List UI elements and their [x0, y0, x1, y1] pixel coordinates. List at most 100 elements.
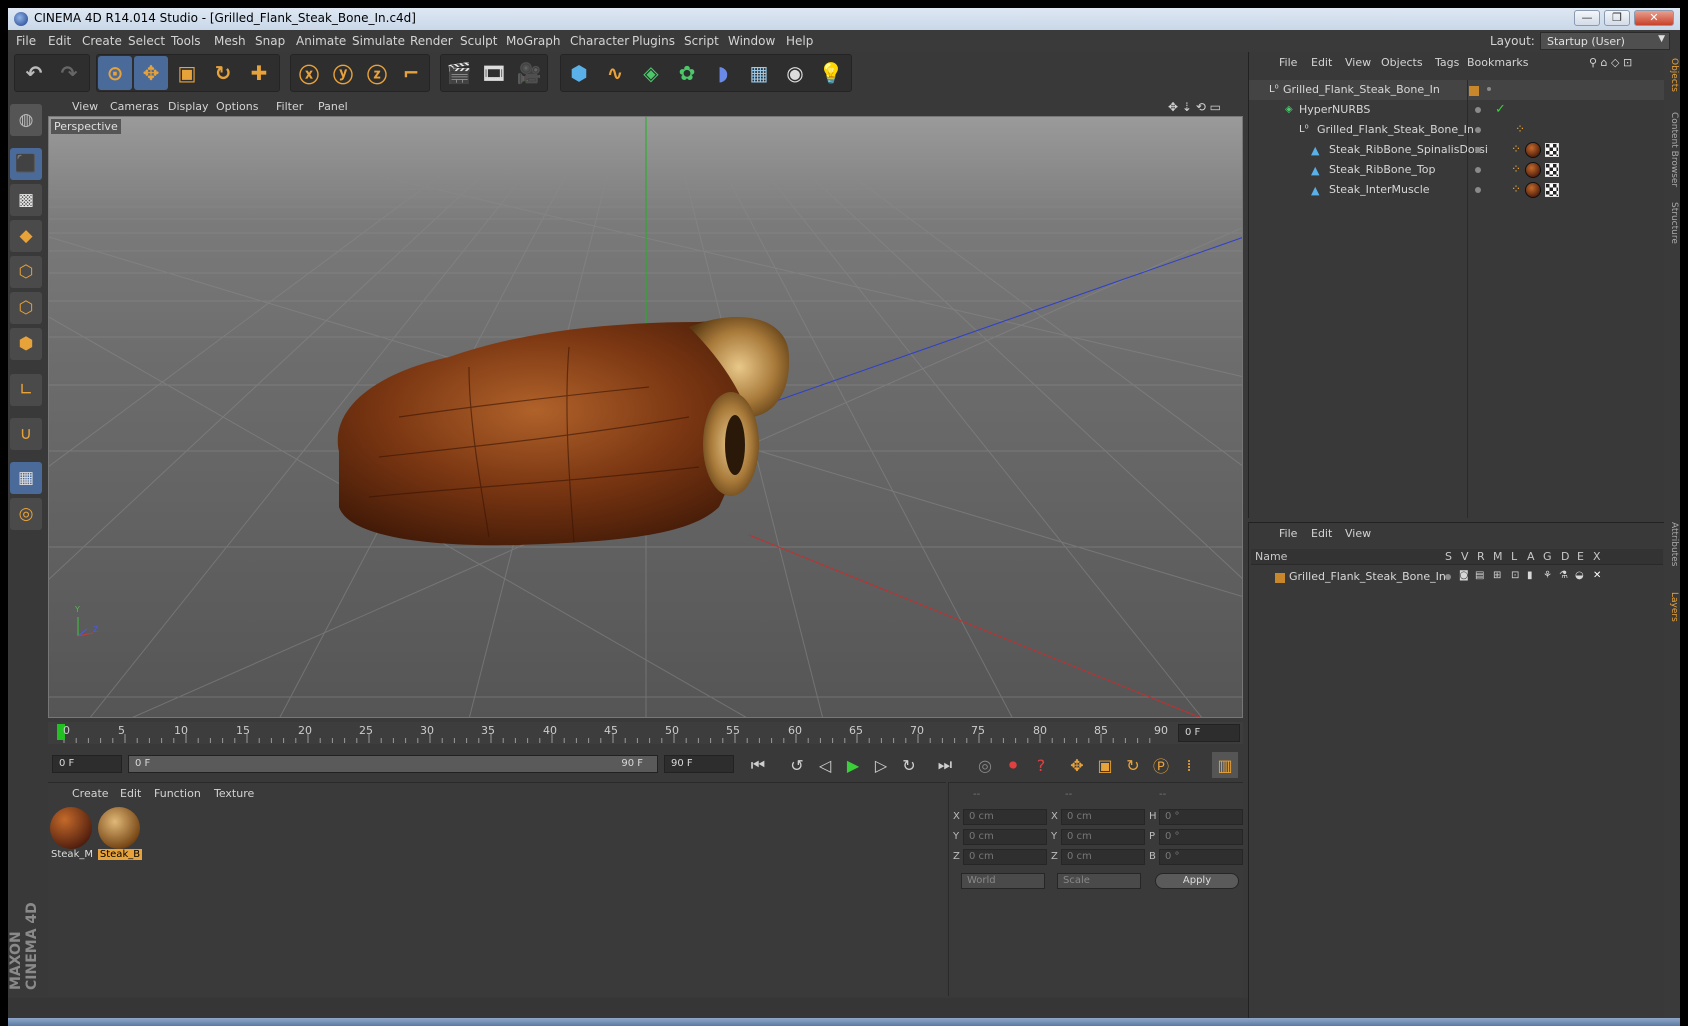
viewport-menu-options[interactable]: Options	[216, 100, 258, 113]
key-selection-icon[interactable]: ?	[1028, 752, 1054, 778]
workplane-lock-icon[interactable]: ▦	[10, 462, 42, 494]
timeline-ruler[interactable]: 0 5 10 15 20 25 30 35 40 45 50 55 60 65 …	[48, 722, 1243, 744]
material-swatch[interactable]: Steak_M	[50, 807, 94, 865]
key-position-icon[interactable]: ✥	[1064, 752, 1090, 778]
menu-window[interactable]: Window	[728, 34, 775, 48]
tag-icon[interactable]: ⁘	[1515, 122, 1525, 136]
objmgr-menu-objects[interactable]: Objects	[1381, 56, 1423, 69]
play-icon[interactable]: ▶	[840, 752, 866, 778]
material-swatch[interactable]: Steak_B	[98, 807, 142, 865]
make-editable-icon[interactable]: ◍	[10, 104, 42, 136]
phong-tag-icon[interactable]: ⁘	[1511, 182, 1521, 196]
camera-icon[interactable]: ◉	[778, 56, 812, 90]
current-frame-field[interactable]: 0 F	[1178, 724, 1240, 742]
layermgr-menu-file[interactable]: File	[1279, 527, 1297, 540]
objmgr-nav-icons[interactable]: ⚲ ⌂ ◇ ⊡	[1589, 56, 1632, 69]
menu-sculpt[interactable]: Sculpt	[460, 34, 497, 48]
menu-simulate[interactable]: Simulate	[352, 34, 405, 48]
texture-tag-icon[interactable]	[1545, 163, 1559, 177]
tab-layers[interactable]: Layers	[1665, 592, 1679, 622]
menu-tools[interactable]: Tools	[171, 34, 201, 48]
menu-help[interactable]: Help	[786, 34, 813, 48]
object-row[interactable]: ▲ Steak_RibBone_SpinalisDorsi ⁘	[1249, 140, 1665, 160]
move-icon[interactable]: ✥	[134, 56, 168, 90]
deformers-toggle-icon[interactable]: ⚗	[1559, 570, 1568, 581]
layer-row[interactable]: Grilled_Flank_Steak_Bone_In ◙ ▤ ⊞ ⊡ ▮ ⚘ …	[1249, 567, 1665, 587]
render-settings-icon[interactable]: 🎥	[512, 56, 546, 90]
autokey-icon[interactable]: ⏺	[1000, 752, 1026, 778]
menu-plugins[interactable]: Plugins	[632, 34, 675, 48]
solo-toggle-icon[interactable]	[1445, 574, 1451, 580]
object-row[interactable]: ◈ HyperNURBS ✓	[1249, 100, 1665, 120]
soft-selection-icon[interactable]: ◎	[10, 498, 42, 530]
viewport-menu-panel[interactable]: Panel	[318, 100, 348, 113]
end-frame-field[interactable]: 90 F	[664, 755, 734, 773]
add-object-icon[interactable]: ✚	[242, 56, 276, 90]
visibility-dot-icon[interactable]	[1475, 187, 1481, 193]
xref-toggle-icon[interactable]: ✕	[1593, 570, 1601, 581]
objmgr-menu-edit[interactable]: Edit	[1311, 56, 1332, 69]
menu-file[interactable]: File	[16, 34, 36, 48]
prev-frame-icon[interactable]: ◁	[812, 752, 838, 778]
objmgr-menu-view[interactable]: View	[1345, 56, 1371, 69]
key-pla-icon[interactable]: ⁞	[1176, 752, 1202, 778]
render-toggle-icon[interactable]: ▤	[1475, 570, 1484, 581]
menu-create[interactable]: Create	[82, 34, 122, 48]
manager-toggle-icon[interactable]: ⊞	[1493, 570, 1501, 581]
floor-icon[interactable]: ▦	[742, 56, 776, 90]
viewport-menu-filter[interactable]: Filter	[276, 100, 303, 113]
scale-icon[interactable]: ▣	[170, 56, 204, 90]
lock-toggle-icon[interactable]: ⊡	[1511, 570, 1519, 581]
rotate-icon[interactable]: ↻	[206, 56, 240, 90]
phong-tag-icon[interactable]: ⁘	[1511, 162, 1521, 176]
position-x-field[interactable]: 0 cm	[963, 809, 1047, 825]
nurbs-icon[interactable]: ◈	[634, 56, 668, 90]
close-button[interactable]: ✕	[1634, 10, 1674, 26]
render-view-icon[interactable]: 🎬	[442, 56, 476, 90]
visibility-dot-icon[interactable]	[1487, 87, 1491, 91]
apply-button[interactable]: Apply	[1155, 873, 1239, 889]
render-region-icon[interactable]: 🎞	[477, 56, 511, 90]
goto-next-key-icon[interactable]: ↻	[896, 752, 922, 778]
frame-range-slider[interactable]: 0 F 90 F	[128, 755, 658, 773]
layer-color-swatch[interactable]	[1275, 573, 1285, 583]
coordinate-system-icon[interactable]: ⌐	[394, 56, 428, 90]
animation-toggle-icon[interactable]: ▮	[1527, 570, 1533, 581]
3d-viewport[interactable]: Perspective Y Z	[48, 116, 1243, 718]
polygons-mode-icon[interactable]: ⬢	[10, 328, 42, 360]
y-axis-icon[interactable]: ⓨ	[326, 56, 360, 90]
steak-model[interactable]	[49, 117, 1243, 718]
rotation-h-field[interactable]: 0 °	[1159, 809, 1243, 825]
key-parameter-icon[interactable]: Ⓟ	[1148, 752, 1174, 778]
key-rotation-icon[interactable]: ↻	[1120, 752, 1146, 778]
tab-content-browser[interactable]: Content Browser	[1665, 112, 1679, 187]
menu-render[interactable]: Render	[410, 34, 453, 48]
cube-icon[interactable]: ⬢	[562, 56, 596, 90]
objmgr-menu-bookmarks[interactable]: Bookmarks	[1467, 56, 1528, 69]
menu-mograph[interactable]: MoGraph	[506, 34, 561, 48]
undo-icon[interactable]: ↶	[17, 56, 51, 90]
layout-select[interactable]: Startup (User) ▼	[1540, 32, 1670, 50]
enabled-check-icon[interactable]: ✓	[1495, 102, 1506, 117]
position-y-field[interactable]: 0 cm	[963, 829, 1047, 845]
menu-snap[interactable]: Snap	[255, 34, 285, 48]
viewport-menu-display[interactable]: Display	[168, 100, 209, 113]
object-row[interactable]: L⁰ Grilled_Flank_Steak_Bone_In	[1249, 80, 1665, 100]
objmgr-menu-file[interactable]: File	[1279, 56, 1297, 69]
scale-select[interactable]: Scale	[1057, 873, 1141, 889]
axis-mode-icon[interactable]: ∟	[10, 374, 42, 406]
phong-tag-icon[interactable]: ⁘	[1511, 142, 1521, 156]
edges-mode-icon[interactable]: ⬡	[10, 292, 42, 324]
spline-icon[interactable]: ∿	[598, 56, 632, 90]
tab-attributes[interactable]: Attributes	[1665, 522, 1679, 566]
material-menu-create[interactable]: Create	[72, 787, 109, 800]
texture-mode-icon[interactable]: ▩	[10, 184, 42, 216]
maximize-button[interactable]: ❐	[1604, 10, 1630, 26]
light-icon[interactable]: 💡	[814, 56, 848, 90]
camera-label[interactable]: Perspective	[51, 119, 121, 134]
material-menu-function[interactable]: Function	[154, 787, 201, 800]
size-y-field[interactable]: 0 cm	[1061, 829, 1145, 845]
viewport-nav-icons[interactable]: ✥ ⇣ ⟲ ▭	[1168, 100, 1221, 114]
viewport-menu-cameras[interactable]: Cameras	[110, 100, 159, 113]
x-axis-icon[interactable]: ⓧ	[292, 56, 326, 90]
